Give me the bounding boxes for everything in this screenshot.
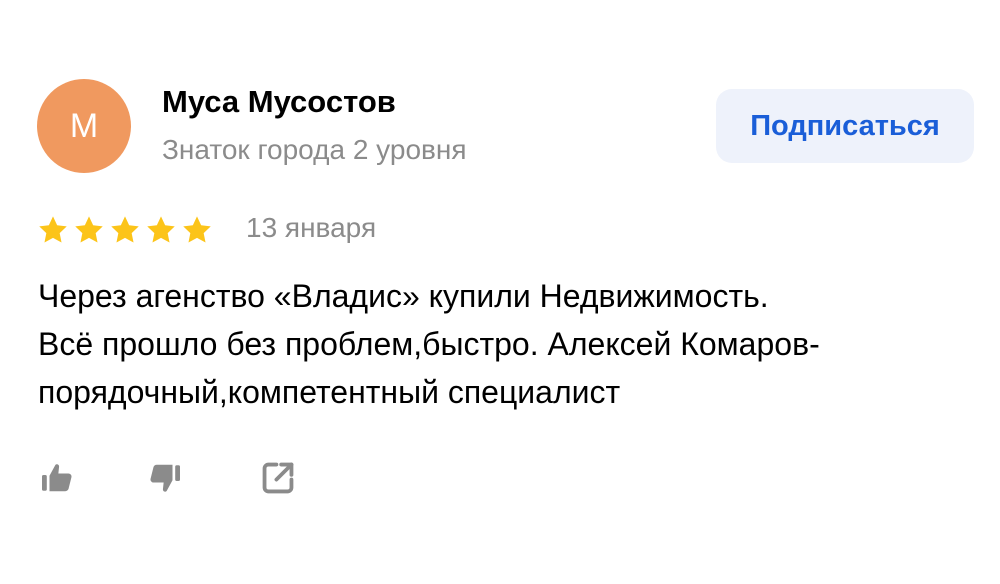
review-card: М Муса Мусостов Знаток города 2 уровня П…: [0, 0, 1000, 584]
thumbs-down-icon: [150, 464, 180, 492]
subscribe-button[interactable]: Подписаться: [716, 89, 974, 163]
review-date: 13 января: [246, 212, 377, 243]
author-name[interactable]: Муса Мусостов: [162, 84, 396, 120]
like-button[interactable]: [35, 456, 79, 500]
review-text-line: порядочный,компетентный специалист: [38, 374, 621, 410]
thumbs-up-icon: [42, 464, 72, 492]
star-rating: [37, 213, 217, 247]
share-button[interactable]: [256, 456, 300, 500]
author-level: Знаток города 2 уровня: [162, 134, 467, 165]
review-text-line: Всё прошло без проблем,быстро. Алексей К…: [38, 326, 820, 362]
share-icon: [262, 462, 294, 494]
dislike-button[interactable]: [143, 456, 187, 500]
star-icon: [39, 216, 67, 243]
star-icon: [75, 216, 103, 243]
review-text: Через агенство «Владис» купили Недвижимо…: [38, 272, 978, 416]
review-text-line: Через агенство «Владис» купили Недвижимо…: [38, 278, 769, 314]
star-icon: [183, 216, 211, 243]
star-icon: [147, 216, 175, 243]
avatar[interactable]: М: [37, 79, 131, 173]
star-icon: [111, 216, 139, 243]
avatar-initial: М: [69, 106, 99, 145]
